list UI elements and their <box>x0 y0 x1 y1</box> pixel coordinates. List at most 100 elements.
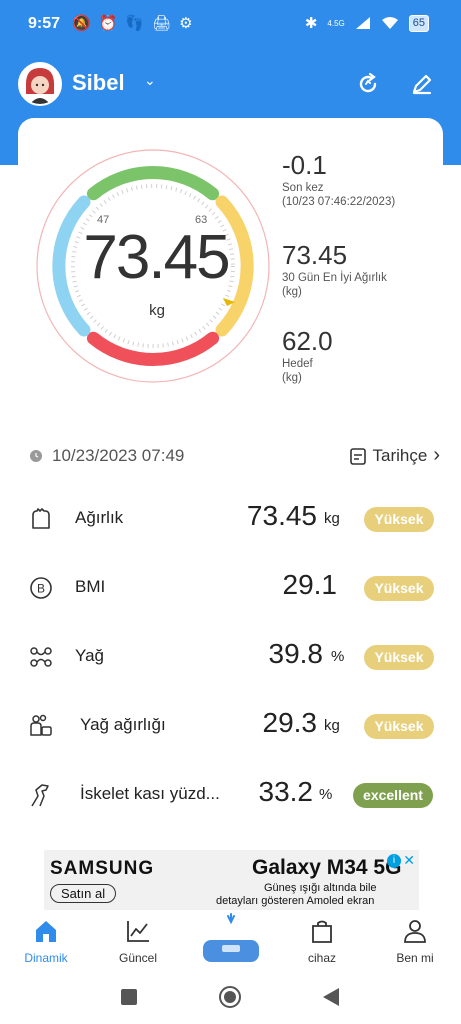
status-bar: 9:57 🔕 ⏰ 👣 🖨 ⚙ ✱ 4.5G 65 <box>0 0 461 48</box>
bottom-nav: Dinamik Güncel cihaz Ben mi <box>0 912 461 972</box>
bag-icon <box>312 920 332 943</box>
sync-icon <box>359 72 377 93</box>
settings-icon: ⚙ <box>179 15 193 32</box>
nav-label: cihaz <box>307 951 336 965</box>
status-badge: Yüksek <box>364 507 434 532</box>
bluetooth-icon: ✱ <box>304 15 318 32</box>
metric-unit: kg <box>324 717 340 734</box>
steps-icon: 👣 <box>125 15 145 32</box>
nav-label: Dinamik <box>24 951 68 965</box>
mute-icon: 🔕 <box>72 15 91 32</box>
history-icon <box>349 447 366 465</box>
measurement-datetime: 10/23/2023 07:49 <box>52 446 185 465</box>
status-badge: excellent <box>353 783 433 808</box>
user-name[interactable]: Sibel <box>72 70 125 96</box>
metric-value: 29.1 <box>282 569 338 600</box>
measurement-date-row: 10/23/2023 07:49 Tarihçe › <box>30 444 440 468</box>
system-nav-bar <box>0 972 461 1024</box>
notification-icons: 🔕 ⏰ 👣 🖨 ⚙ <box>72 14 193 32</box>
weight-value: 73.45 <box>83 223 230 292</box>
signal-icon <box>355 17 370 29</box>
metric-name: Yağ <box>75 646 104 665</box>
metric-value: 29.3 <box>262 707 318 738</box>
metric-value: 33.2 <box>258 776 314 807</box>
metric-row-fat[interactable]: Yağ 39.8 % Yüksek <box>0 632 461 682</box>
alarm-icon: ⏰ <box>98 15 118 32</box>
metric-value: 73.45 <box>246 500 317 531</box>
metric-unit: % <box>319 786 333 803</box>
ad-line-2: detayları gösteren Amoled ekran <box>216 895 375 907</box>
metric-value: 39.8 <box>268 638 324 669</box>
metric-unit: % <box>331 648 345 665</box>
stat-best-weight: 73.45 30 Gün En İyi Ağırlık (kg) <box>282 240 387 299</box>
weight-unit: kg <box>149 302 165 319</box>
ad-close-icon[interactable]: ✕ <box>403 852 415 869</box>
chevron-down-icon[interactable]: ⌄ <box>144 72 156 89</box>
stat-label: 30 Gün En İyi Ağırlık <box>282 272 387 284</box>
ad-brand: SAMSUNG <box>50 858 155 879</box>
history-label: Tarihçe <box>372 445 428 465</box>
ad-cta-button[interactable]: Satın al <box>50 884 117 903</box>
bmi-icon: B <box>30 577 52 599</box>
home-icon <box>36 921 56 942</box>
stat-sub: (10/23 07:46:22/2023) <box>282 196 396 208</box>
ad-info-icon[interactable]: i <box>387 854 401 868</box>
nav-item-guncel[interactable]: Güncel <box>103 918 173 965</box>
status-badge: Yüksek <box>364 576 434 601</box>
ad-line-1: Güneş ışığı altında bile <box>264 882 377 894</box>
metric-row-fat-weight[interactable]: Yağ ağırlığı 29.3 kg Yüksek <box>0 701 461 751</box>
scale-button[interactable] <box>200 912 262 970</box>
app-header: Sibel ⌄ <box>0 58 461 108</box>
ad-product: Galaxy M34 5G <box>252 856 402 879</box>
network-label: 4.5G <box>327 18 345 28</box>
person-icon <box>404 920 426 943</box>
weight-icon <box>32 508 50 529</box>
status-badge: Yüksek <box>364 645 434 670</box>
history-button[interactable]: Tarihçe › <box>349 444 440 467</box>
stat-last-change: -0.1 Son kez (10/23 07:46:22/2023) <box>282 150 395 209</box>
fat-weight-icon <box>30 714 52 736</box>
sync-button[interactable] <box>348 64 388 104</box>
system-icons: ✱ 4.5G 65 <box>305 14 429 32</box>
ad-banner[interactable]: SAMSUNG Satın al Galaxy M34 5G Güneş ışı… <box>44 850 419 910</box>
metric-row-weight[interactable]: Ağırlık 73.45 kg Yüksek <box>0 494 461 544</box>
back-button[interactable] <box>322 987 340 1007</box>
nav-label: Güncel <box>118 951 158 965</box>
stat-value: 62.0 <box>282 326 333 356</box>
nav-item-dinamik[interactable]: Dinamik <box>11 918 81 965</box>
wifi-icon <box>381 17 398 29</box>
edit-button[interactable] <box>402 64 442 104</box>
metric-name: İskelet kası yüzd... <box>80 784 220 803</box>
metric-unit: kg <box>324 510 340 527</box>
stat-goal: 62.0 Hedef (kg) <box>282 326 333 385</box>
metric-name: Ağırlık <box>75 508 124 527</box>
chart-icon <box>127 921 149 942</box>
edit-icon <box>412 74 432 95</box>
chevron-right-icon: › <box>433 444 440 466</box>
muscle-icon <box>31 784 49 807</box>
avatar[interactable] <box>18 62 62 106</box>
weight-card: 47 63 73.45 kg -0.1 Son kez (10/23 07:46… <box>18 118 443 418</box>
nav-item-ben-mi[interactable]: Ben mi <box>380 918 450 965</box>
status-badge: Yüksek <box>364 714 434 739</box>
metric-name: BMI <box>75 577 106 596</box>
recents-button[interactable] <box>120 988 138 1006</box>
stat-value: -0.1 <box>282 150 327 180</box>
battery-icon: 65 <box>408 14 429 32</box>
stat-sub: (kg) <box>282 286 302 298</box>
stat-label: Son kez <box>282 182 324 194</box>
stat-label: Hedef <box>282 358 313 370</box>
fat-icon <box>30 647 52 667</box>
clock-icon <box>30 450 42 462</box>
metric-row-bmi[interactable]: B BMI 29.1 Yüksek <box>0 563 461 613</box>
stat-value: 73.45 <box>282 240 348 270</box>
svg-text:B: B <box>37 582 45 596</box>
metric-row-muscle[interactable]: İskelet kası yüzd... 33.2 % excellent <box>0 770 461 820</box>
nav-item-cihaz[interactable]: cihaz <box>287 918 357 965</box>
print-icon: 🖨 <box>152 15 172 32</box>
stat-sub: (kg) <box>282 372 302 384</box>
status-time: 9:57 <box>28 15 61 32</box>
nav-label: Ben mi <box>396 951 434 965</box>
avatar-image <box>20 64 60 104</box>
home-button[interactable] <box>218 985 242 1009</box>
